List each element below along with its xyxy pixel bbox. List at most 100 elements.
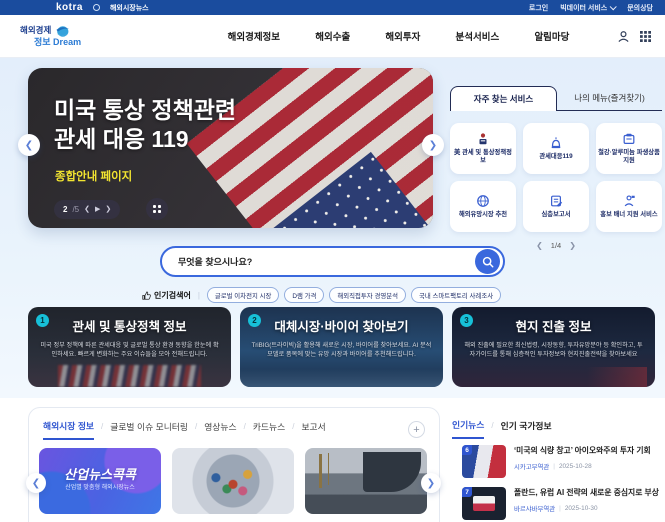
siren-icon [549, 136, 563, 150]
tab-popular-news[interactable]: 인기뉴스 [452, 418, 484, 439]
popular-keywords-row: 인기검색어 | 글로벌 이차전지 시장 D램 가격 해외직접투자 경영분석 국내… [142, 287, 562, 303]
search-button[interactable] [475, 249, 500, 274]
carousel-next-button[interactable]: ❯ [422, 134, 444, 156]
service-tile-indepth-report[interactable]: 심층보고서 [523, 181, 589, 232]
nav-item-investment[interactable]: 해외투자 [385, 29, 420, 43]
promo-description: 미국 정부 정책에 따른 관세대응 및 글로벌 통상 환경 동향을 한눈에 확인… [38, 341, 221, 360]
hero-next-icon[interactable]: ❯ [105, 206, 111, 213]
plus-icon[interactable]: + [408, 421, 425, 438]
nav-menu: 해외경제정보 해외수출 해외투자 분석서비스 알림마당 [140, 29, 617, 43]
keyword-chip[interactable]: 글로벌 이차전지 시장 [207, 287, 279, 303]
promo-card-alt-market-buyer[interactable]: 2 대체시장·바이어 찾아보기 TriBIG(트라이빅)을 활용해 새로운 시장… [240, 307, 443, 387]
search-icon [482, 256, 494, 268]
news-title: 폴란드, 유럽 AI 전략의 새로운 중심지로 부상 [514, 488, 659, 499]
keyword-chip[interactable]: 국내 스마트팩토리 사례조사 [411, 287, 501, 303]
rank-badge: 7 [462, 487, 472, 497]
kotra-wordmark[interactable]: kotra [56, 2, 83, 13]
tab-global-issue-monitoring[interactable]: 글로벌 이슈 모니터링 [110, 420, 188, 439]
banner-title: 산업뉴스콕콕 [39, 464, 161, 483]
promo-description: 해외 진출에 필요한 최신법령, 시장동향, 투자유망분야 등 확인하고, 투자… [462, 341, 645, 360]
main-nav: 해외경제 정보 Dream 해외경제정보 해외수출 해외투자 분석서비스 알림마… [0, 15, 665, 58]
carousel-prev-button[interactable]: ❮ [18, 134, 40, 156]
tab-card-news[interactable]: 카드뉴스 [253, 420, 285, 439]
nav-item-overseas-economy[interactable]: 해외경제정보 [228, 29, 280, 43]
tab-frequent-services[interactable]: 자주 찾는 서비스 [450, 86, 557, 111]
keyword-chip[interactable]: 해외직접투자 경영분석 [329, 287, 406, 303]
bigdata-service-link[interactable]: 빅데이터 서비스 [560, 3, 615, 13]
overseas-market-news-link[interactable]: 해외시장뉴스 [110, 3, 149, 13]
popular-news-card: 인기뉴스 / 인기 국가정보 6 ‘미국의 식량 창고’ 아이오와주의 투자 기… [450, 407, 662, 522]
hero-grid-view-button[interactable] [146, 198, 168, 220]
box-icon [622, 132, 636, 146]
tab-separator: / [292, 422, 294, 437]
promo-title: 관세 및 통상정책 정보 [28, 316, 231, 335]
search-bar [160, 246, 505, 277]
report-icon [549, 194, 563, 208]
nav-item-notice[interactable]: 알림마당 [534, 29, 569, 43]
kotra-dream-homepage: kotra 해외시장뉴스 로그인 빅데이터 서비스 문의상담 해외경제 정보 D… [0, 0, 665, 522]
hero-pagination: 2 /5 ❮ ▶ ❯ [54, 200, 120, 219]
tab-separator: / [491, 421, 493, 436]
divider: | [198, 291, 200, 300]
utility-bar: kotra 해외시장뉴스 로그인 빅데이터 서비스 문의상담 [0, 0, 665, 15]
tab-my-menu[interactable]: 나의 메뉴(즐겨찾기) [557, 86, 662, 111]
quick-prev-icon[interactable]: ❮ [536, 241, 543, 250]
hero-page-total: /5 [72, 205, 79, 214]
contact-link[interactable]: 문의상담 [627, 3, 653, 13]
logo-text-top: 해외경제 [20, 26, 51, 35]
tab-report[interactable]: 보고서 [301, 420, 325, 439]
quick-services-panel: 자주 찾는 서비스 나의 메뉴(즐겨찾기) 美 관세 및 통상정책정보 관세대응… [450, 86, 662, 250]
logo-text-bottom: 정보 Dream [20, 38, 140, 48]
hero-prev-icon[interactable]: ❮ [84, 206, 90, 213]
promo-card-local-entry[interactable]: 3 현지 진출 정보 해외 진출에 필요한 최신법령, 시장동향, 투자유망분야… [452, 307, 655, 387]
tab-popular-country-info[interactable]: 인기 국가정보 [501, 419, 552, 438]
news-title: ‘미국의 식량 창고’ 아이오와주의 투자 기회 [514, 446, 651, 457]
service-tile-tariff-119[interactable]: 관세대응119 [523, 123, 589, 174]
globe-market-icon [476, 194, 490, 208]
site-logo[interactable]: 해외경제 정보 Dream [20, 25, 140, 48]
service-tile-us-tariff-policy[interactable]: 美 관세 및 통상정책정보 [450, 123, 516, 174]
market-prev-button[interactable]: ❮ [26, 473, 46, 493]
apps-grid-icon[interactable] [640, 31, 651, 42]
dream-globe-icon [54, 25, 70, 38]
thumbnail-pharma-image[interactable] [172, 448, 294, 514]
hero-banner[interactable]: 미국 통상 정책관련 관세 대응 119 종합안내 페이지 2 /5 ❮ ▶ ❯ [28, 68, 433, 228]
thumbnail-shipyard-image[interactable] [305, 448, 427, 514]
thumbs-up-icon [142, 291, 151, 300]
service-tile-steel-aluminum[interactable]: 철강·알루미늄 파생상품 지원 [596, 123, 662, 174]
hero-title: 미국 통상 정책관련 관세 대응 119 [54, 96, 236, 154]
search-input[interactable] [178, 257, 475, 267]
login-link[interactable]: 로그인 [529, 3, 548, 13]
hero-play-icon[interactable]: ▶ [95, 206, 100, 213]
nav-item-export[interactable]: 해외수출 [315, 29, 350, 43]
market-info-thumbnails: 산업뉴스콕콕 산업별 맞춤형 해외시장뉴스 [29, 440, 439, 514]
promo-card-tariff-policy[interactable]: 1 관세 및 통상정책 정보 미국 정부 정책에 따른 관세대응 및 글로벌 통… [28, 307, 231, 387]
grid-icon [153, 205, 161, 213]
podium-speaker-icon [476, 132, 490, 146]
rank-badge: 6 [462, 445, 472, 455]
popular-keywords-label: 인기검색어 [142, 290, 191, 301]
quick-next-icon[interactable]: ❯ [569, 241, 576, 250]
globe-icon [93, 4, 100, 11]
quick-page-indicator: 1/4 [551, 241, 561, 250]
news-date: 2025-10-30 [565, 505, 598, 512]
news-date: 2025-10-28 [559, 463, 592, 470]
tab-overseas-market-info[interactable]: 해외시장 정보 [43, 419, 94, 440]
promo-description: TriBIG(트라이빅)을 활용해 새로운 시장, 바이어를 찾아보세요. AI… [250, 341, 433, 360]
user-icon[interactable] [617, 30, 630, 43]
news-item[interactable]: 7 폴란드, 유럽 AI 전략의 새로운 중심지로 부상 바르샤바무역관 | 2… [462, 487, 662, 520]
keyword-chip[interactable]: D램 가격 [284, 287, 324, 303]
hero-page-current: 2 [63, 205, 67, 214]
tab-separator: / [244, 422, 246, 437]
tab-separator: / [101, 422, 103, 437]
news-item[interactable]: 6 ‘미국의 식량 창고’ 아이오와주의 투자 기회 시카고무역관 | 2025… [462, 445, 662, 478]
market-next-button[interactable]: ❯ [421, 473, 441, 493]
news-thumbnail-flag: 6 [462, 445, 506, 478]
tab-video-news[interactable]: 영상뉴스 [204, 420, 236, 439]
nav-item-analysis[interactable]: 분석서비스 [456, 29, 500, 43]
thumbnail-industry-news[interactable]: 산업뉴스콕콕 산업별 맞춤형 해외시장뉴스 [39, 448, 161, 514]
service-tile-promo-banner[interactable]: 홍보 배너 지원 서비스 [596, 181, 662, 232]
service-tile-promising-markets[interactable]: 해외유망시장 추천 [450, 181, 516, 232]
banner-subtitle: 산업별 맞춤형 해외시장뉴스 [39, 482, 161, 491]
chevron-down-icon [610, 3, 617, 10]
